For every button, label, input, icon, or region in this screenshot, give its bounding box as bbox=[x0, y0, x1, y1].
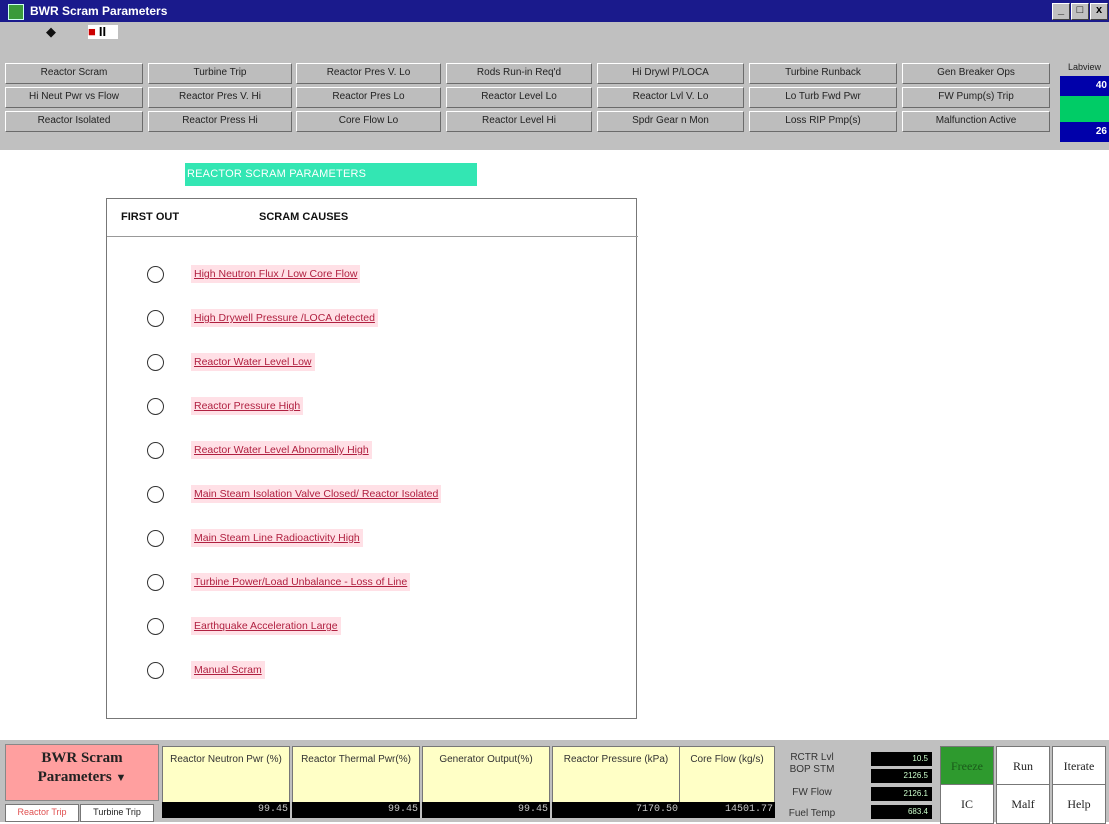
rctr-lvl-readout: 10.5 bbox=[871, 752, 932, 766]
nav-button[interactable]: Reactor Pres V. Hi bbox=[148, 87, 292, 108]
bop-stm-readout: 2126.5 bbox=[871, 769, 932, 783]
scram-cause-link[interactable]: Reactor Water Level Low bbox=[191, 353, 315, 371]
gauge-label: Generator Output(%) bbox=[422, 746, 550, 807]
nav-button[interactable]: Reactor Pres V. Lo bbox=[296, 63, 441, 84]
gauge-readout: 99.45 bbox=[162, 802, 290, 818]
first-out-radio[interactable] bbox=[147, 530, 164, 547]
display-name-line2: Parameters bbox=[37, 769, 112, 785]
close-button[interactable]: x bbox=[1090, 3, 1108, 20]
nav-button[interactable]: Reactor Isolated bbox=[5, 111, 143, 132]
window-title: BWR Scram Parameters bbox=[30, 4, 168, 18]
nav-button[interactable]: Reactor Level Hi bbox=[446, 111, 592, 132]
fw-flow-readout: 2126.1 bbox=[871, 787, 932, 801]
scram-cause-link[interactable]: Main Steam Line Radioactivity High bbox=[191, 529, 363, 547]
nav-button[interactable]: Turbine Trip bbox=[148, 63, 292, 84]
first-out-radio[interactable] bbox=[147, 662, 164, 679]
side-value-1: 40 bbox=[1060, 76, 1109, 96]
scram-cause-link[interactable]: Turbine Power/Load Unbalance - Loss of L… bbox=[191, 573, 411, 591]
first-out-radio[interactable] bbox=[147, 618, 164, 635]
minimize-button[interactable]: _ bbox=[1052, 3, 1070, 20]
nav-button[interactable]: Reactor Lvl V. Lo bbox=[597, 87, 744, 108]
gauge-readout: 99.45 bbox=[422, 802, 550, 818]
gauge-readout: 7170.50 bbox=[552, 802, 680, 818]
nav-button[interactable]: Reactor Press Hi bbox=[148, 111, 292, 132]
title-bar: BWR Scram Parameters _ □ x bbox=[0, 0, 1109, 22]
ic-button[interactable]: IC bbox=[940, 784, 994, 824]
first-out-radio[interactable] bbox=[147, 354, 164, 371]
nav-button[interactable]: Hi Neut Pwr vs Flow bbox=[5, 87, 143, 108]
first-out-radio[interactable] bbox=[147, 266, 164, 283]
scram-causes-panel: FIRST OUT SCRAM CAUSES High Neutron Flux… bbox=[106, 198, 638, 719]
fuel-temp-readout: 683.4 bbox=[871, 805, 932, 819]
gauge-readout: 14501.77 bbox=[679, 802, 775, 818]
nav-button[interactable]: FW Pump(s) Trip bbox=[902, 87, 1050, 108]
first-out-radio[interactable] bbox=[147, 398, 164, 415]
pause-icon: II bbox=[98, 24, 107, 39]
first-out-radio[interactable] bbox=[147, 486, 164, 503]
scram-cause-link[interactable]: Reactor Pressure High bbox=[191, 397, 304, 415]
tab-turbine-trip[interactable]: Turbine Trip bbox=[80, 804, 154, 822]
fw-flow-label: FW Flow bbox=[792, 787, 832, 798]
nav-button[interactable]: Malfunction Active bbox=[902, 111, 1050, 132]
scram-cause-link[interactable]: High Drywell Pressure /LOCA detected bbox=[191, 309, 378, 327]
page-title: REACTOR SCRAM PARAMETERS bbox=[185, 163, 477, 186]
record-pause-icon[interactable]: ■ II bbox=[88, 25, 118, 39]
nav-button[interactable]: Gen Breaker Ops bbox=[902, 63, 1050, 84]
bop-stm-label: BOP STM bbox=[789, 764, 835, 775]
gauge-readout: 99.45 bbox=[292, 802, 420, 818]
run-button[interactable]: Run bbox=[996, 746, 1050, 786]
maximize-button[interactable]: □ bbox=[1071, 3, 1089, 20]
toolbar: ◆ ■ II bbox=[0, 22, 1109, 42]
app-icon bbox=[8, 4, 24, 20]
nav-button[interactable]: Reactor Scram bbox=[5, 63, 143, 84]
nav-button[interactable]: Lo Turb Fwd Pwr bbox=[749, 87, 897, 108]
nav-button[interactable]: Spdr Gear n Mon bbox=[597, 111, 744, 132]
malf-button[interactable]: Malf bbox=[996, 784, 1050, 824]
first-out-radio[interactable] bbox=[147, 574, 164, 591]
scram-cause-link[interactable]: Manual Scram bbox=[191, 661, 265, 679]
nav-button[interactable]: Reactor Pres Lo bbox=[296, 87, 441, 108]
nav-button[interactable]: Core Flow Lo bbox=[296, 111, 441, 132]
first-out-radio[interactable] bbox=[147, 442, 164, 459]
side-value-2: 26 bbox=[1060, 122, 1109, 142]
gauge-label: Reactor Neutron Pwr (%) bbox=[162, 746, 290, 807]
scram-cause-link[interactable]: High Neutron Flux / Low Core Flow bbox=[191, 265, 361, 283]
dropdown-arrow-icon: ▼ bbox=[115, 772, 127, 784]
nav-button[interactable]: Reactor Level Lo bbox=[446, 87, 592, 108]
nav-button[interactable]: Rods Run-in Req'd bbox=[446, 63, 592, 84]
rctr-lvl-label: RCTR Lvl bbox=[790, 752, 834, 763]
iterate-button[interactable]: Iterate bbox=[1052, 746, 1106, 786]
gauge-label: Reactor Thermal Pwr(%) bbox=[292, 746, 420, 807]
scram-cause-link[interactable]: Earthquake Acceleration Large bbox=[191, 617, 341, 635]
scram-causes-header: SCRAM CAUSES bbox=[259, 211, 349, 223]
record-icon: ■ bbox=[88, 24, 96, 39]
help-button[interactable]: Help bbox=[1052, 784, 1106, 824]
side-status-indicator bbox=[1060, 96, 1109, 122]
display-selector[interactable]: BWR Scram Parameters ▼ bbox=[5, 744, 159, 801]
first-out-header: FIRST OUT bbox=[121, 211, 180, 223]
nav-button[interactable]: Turbine Runback bbox=[749, 63, 897, 84]
display-name-line1: BWR Scram bbox=[41, 750, 123, 766]
side-panel-label: Labview bbox=[1067, 62, 1102, 72]
scram-cause-link[interactable]: Reactor Water Level Abnormally High bbox=[191, 441, 372, 459]
play-icon[interactable]: ◆ bbox=[46, 25, 56, 39]
scram-cause-link[interactable]: Main Steam Isolation Valve Closed/ React… bbox=[191, 485, 442, 503]
first-out-radio[interactable] bbox=[147, 310, 164, 327]
nav-button[interactable]: Loss RIP Pmp(s) bbox=[749, 111, 897, 132]
freeze-button[interactable]: Freeze bbox=[940, 746, 994, 786]
gauge-label: Core Flow (kg/s) bbox=[679, 746, 775, 807]
nav-button[interactable]: Hi Drywl P/LOCA bbox=[597, 63, 744, 84]
tab-reactor-trip[interactable]: Reactor Trip bbox=[5, 804, 79, 822]
gauge-label: Reactor Pressure (kPa) bbox=[552, 746, 680, 807]
header-divider bbox=[107, 236, 638, 237]
fuel-temp-label: Fuel Temp bbox=[788, 808, 836, 819]
